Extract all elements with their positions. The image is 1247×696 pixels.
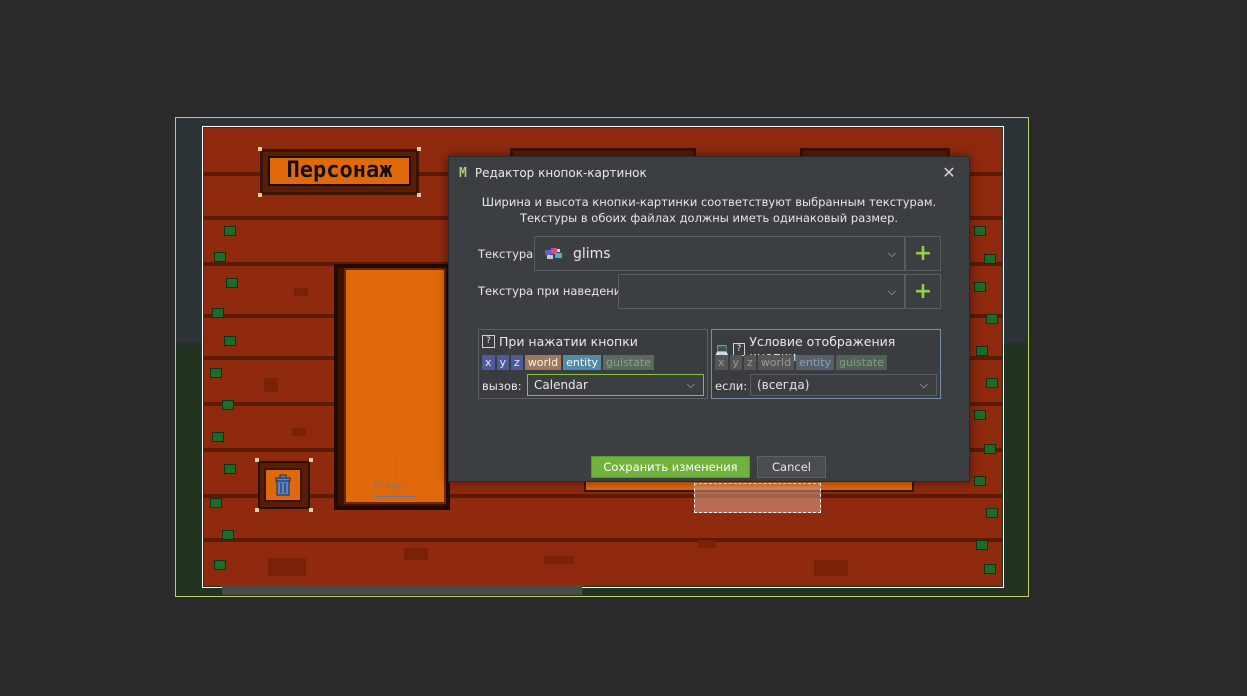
- if-label: если:: [715, 379, 748, 393]
- cancel-button[interactable]: Cancel: [757, 456, 826, 478]
- dep-chip-guistate: guistate: [603, 355, 654, 370]
- dep-chip-y: y: [496, 355, 510, 370]
- dialog-titlebar: M Редактор кнопок-картинок: [459, 163, 647, 183]
- condition-value: (всегда): [757, 378, 810, 392]
- help-icon[interactable]: ?: [482, 335, 495, 348]
- texture-select[interactable]: glims ⌵: [534, 236, 905, 271]
- add-hover-texture-button[interactable]: +: [905, 274, 941, 309]
- canvas-bottom-strip: [222, 585, 582, 595]
- display-condition-panel: 💻 ? Условие отображения кнопки x y z wor…: [711, 329, 941, 399]
- dep-chip-entity: entity: [563, 355, 602, 370]
- help-icon[interactable]: ?: [732, 342, 746, 356]
- chevron-down-icon: ⌵: [887, 246, 896, 260]
- dep-chip-world: world: [524, 355, 562, 370]
- texture-thumbnail-icon: [543, 246, 565, 262]
- dep-chip-y: y: [729, 355, 743, 370]
- hover-texture-label: Текстура при наведении:: [478, 284, 633, 298]
- texture-value: glims: [573, 245, 611, 262]
- dep-chip-z: z: [744, 355, 756, 370]
- chevron-down-icon: ⌵: [887, 284, 896, 298]
- info-text-line-1: Ширина и высота кнопки-картинки соответс…: [481, 195, 937, 209]
- dep-chip-x: x: [482, 355, 495, 370]
- chevron-down-icon: ⌵: [919, 378, 928, 391]
- condition-select[interactable]: (всегда) ⌵: [750, 374, 937, 396]
- on-click-title-row: ? При нажатии кнопки: [482, 334, 638, 349]
- texture-label: Текстура:: [478, 247, 538, 261]
- add-texture-button[interactable]: +: [905, 236, 941, 271]
- dep-chip-z: z: [511, 355, 523, 370]
- close-icon[interactable]: ✕: [938, 162, 960, 184]
- chevron-down-icon: ⌵: [686, 378, 695, 391]
- dep-chip-world: world: [757, 355, 795, 370]
- mcreator-logo-icon: M: [459, 165, 467, 181]
- on-click-panel: ? При нажатии кнопки x y z world entity …: [478, 329, 708, 399]
- dialog-title: Редактор кнопок-картинок: [474, 166, 647, 180]
- on-click-dependencies: x y z world entity guistate: [482, 355, 656, 370]
- monitor-icon: 💻: [715, 342, 729, 356]
- dep-chip-guistate: guistate: [836, 355, 887, 370]
- save-button[interactable]: Сохранить изменения: [591, 456, 750, 478]
- call-label: вызов:: [482, 379, 522, 393]
- on-click-title: При нажатии кнопки: [499, 334, 638, 349]
- dep-chip-x: x: [715, 355, 728, 370]
- dep-chip-entity: entity: [796, 355, 835, 370]
- procedure-select[interactable]: Calendar ⌵: [527, 374, 704, 396]
- image-button-editor-dialog: M Редактор кнопок-картинок ✕ Ширина и вы…: [448, 156, 970, 482]
- procedure-value: Calendar: [534, 378, 588, 392]
- display-condition-dependencies: x y z world entity guistate: [715, 355, 889, 370]
- hover-texture-select[interactable]: ⌵: [618, 274, 905, 309]
- info-text-line-2: Текстуры в обоих файлах должны иметь оди…: [519, 211, 899, 225]
